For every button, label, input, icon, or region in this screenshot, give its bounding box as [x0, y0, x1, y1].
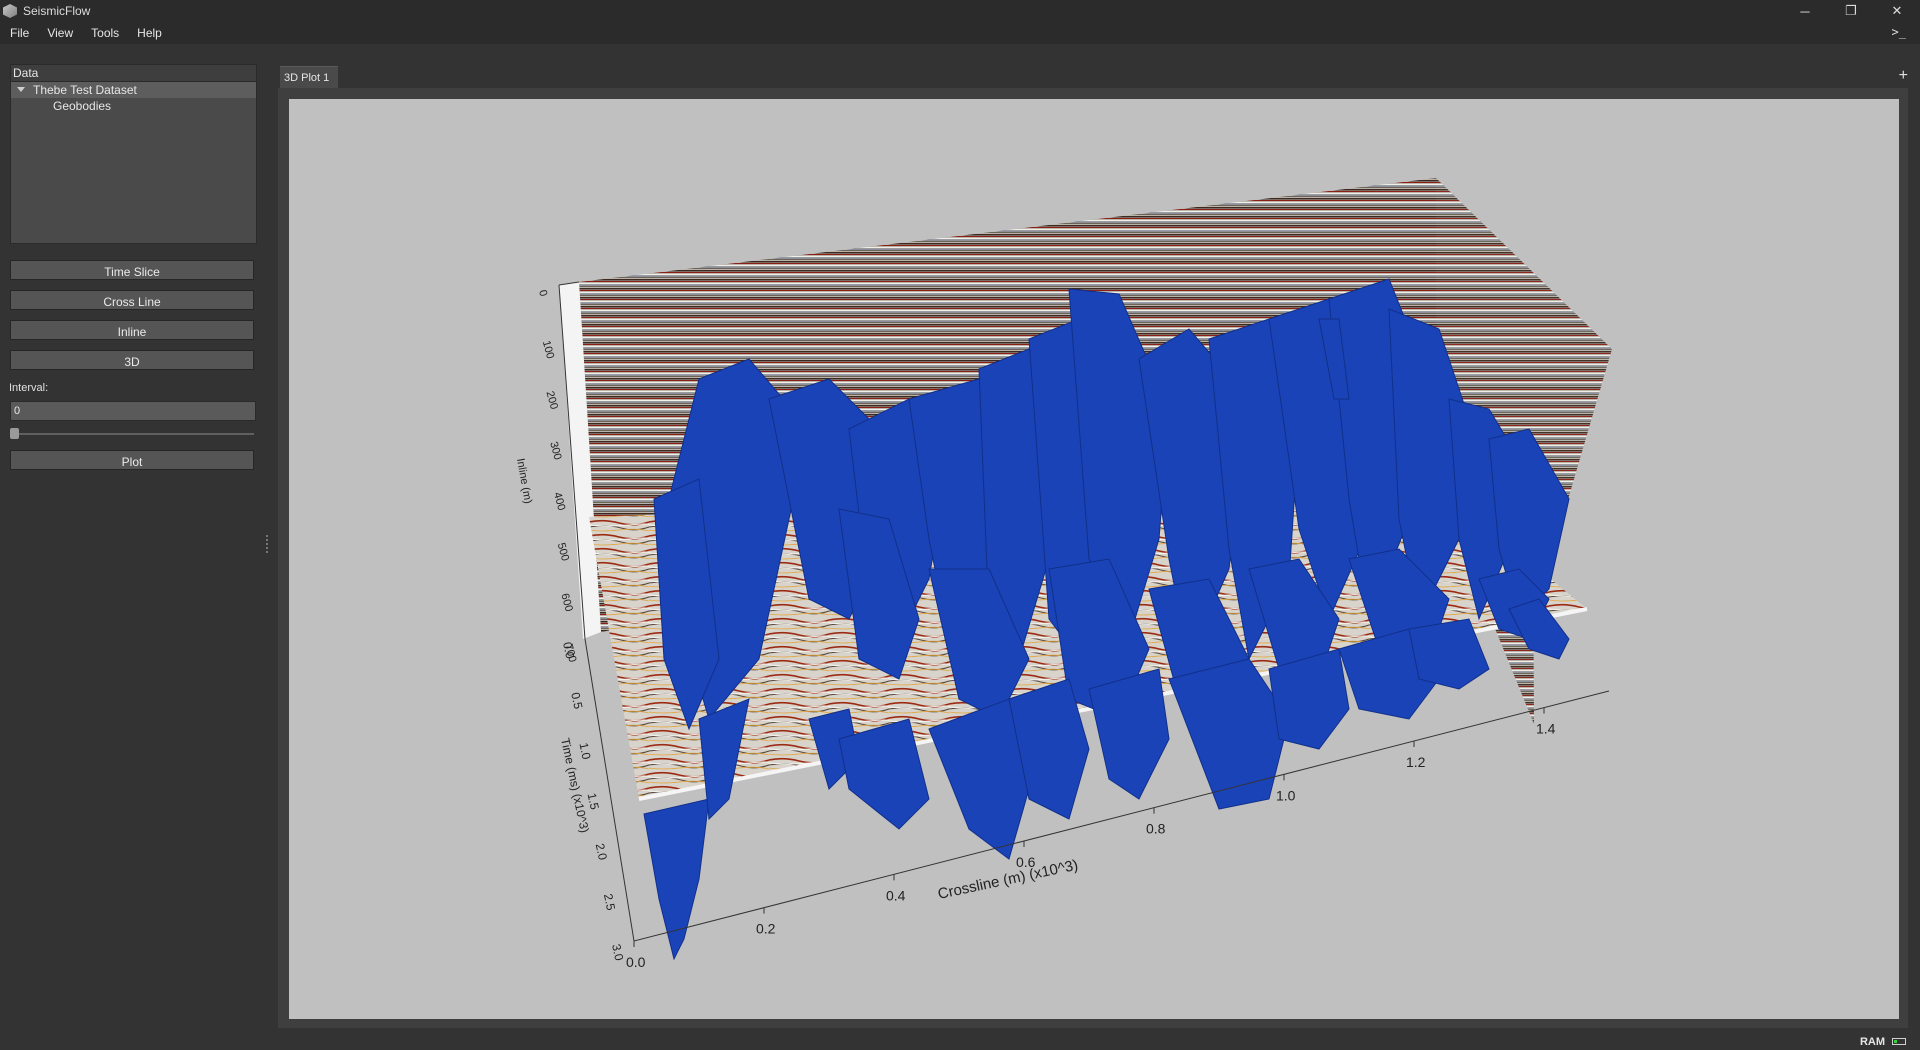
y-tick-label-3: 300 — [547, 440, 563, 461]
ram-usage-icon — [1892, 1038, 1906, 1045]
x-axis-label: Crossline (m) (x10^3) — [936, 857, 1079, 903]
z-tick-label-4: 2.0 — [593, 842, 610, 862]
z-tick-label-1: 0.5 — [568, 691, 585, 711]
plot-tabstrip: 3D Plot 1 + — [278, 66, 1920, 88]
x-tick-label-4: 0.8 — [1146, 821, 1166, 837]
menu-bar: File View Tools Help — [0, 22, 1920, 44]
restore-button[interactable]: ❐ — [1828, 0, 1874, 22]
tree-item-geobodies[interactable]: Geobodies — [11, 98, 256, 114]
ram-label: RAM — [1859, 1036, 1885, 1048]
tree-item-dataset-label: Thebe Test Dataset — [33, 83, 137, 97]
menu-help[interactable]: Help — [128, 26, 171, 40]
expand-arrow-icon[interactable] — [17, 87, 25, 92]
menu-file[interactable]: File — [0, 26, 38, 40]
cross-line-button[interactable]: Cross Line — [10, 290, 254, 310]
interval-slider-track[interactable] — [12, 433, 254, 435]
tree-item-dataset[interactable]: Thebe Test Dataset — [11, 82, 256, 98]
menu-tools[interactable]: Tools — [82, 26, 128, 40]
z-tick-label-5: 2.5 — [601, 892, 618, 912]
close-button[interactable]: ✕ — [1874, 0, 1920, 22]
y-tick-label-6: 600 — [558, 592, 574, 613]
data-tree-panel: Data Thebe Test Dataset Geobodies — [10, 64, 257, 244]
time-slice-button[interactable]: Time Slice — [10, 260, 254, 280]
3d-plot-canvas[interactable]: 0.0 0.2 0.4 0.6 0.8 1.0 1.2 1.4 0 100 200 300 400 50… — [289, 99, 1899, 1019]
sidebar-splitter-handle[interactable] — [266, 535, 270, 553]
y-axis-label: Inline (m) — [514, 457, 534, 504]
interval-input[interactable]: 0 — [10, 401, 256, 421]
z-tick-label-6: 3.0 — [609, 943, 626, 963]
3d-plot-svg[interactable]: 0.00.20.40.60.81.01.21.4 010020030040050… — [289, 99, 1899, 1019]
plot-button[interactable]: Plot — [10, 450, 254, 470]
title-bar: SeismicFlow ─ ❐ ✕ — [0, 0, 1920, 22]
x-tick-label-0: 0.0 — [626, 954, 646, 970]
x-tick-label-6: 1.2 — [1406, 754, 1426, 770]
terminal-icon[interactable]: >_ — [1892, 25, 1906, 39]
tree-item-geobodies-label: Geobodies — [53, 99, 112, 113]
3d-button[interactable]: 3D — [10, 350, 254, 370]
minimize-button[interactable]: ─ — [1782, 0, 1828, 22]
inline-button[interactable]: Inline — [10, 320, 254, 340]
y-tick-label-1: 100 — [540, 339, 556, 360]
interval-label: Interval: — [9, 382, 49, 394]
z-tick-label-2: 1.0 — [576, 741, 593, 761]
app-logo-icon — [3, 4, 17, 18]
sidebar: Data Thebe Test Dataset Geobodies Time S… — [0, 44, 268, 1050]
y-tick-label-5: 500 — [555, 542, 571, 563]
x-tick-label-7: 1.4 — [1536, 721, 1556, 737]
x-tick-label-2: 0.4 — [886, 887, 906, 903]
data-panel-header: Data — [11, 65, 256, 82]
z-tick-label-0: 0.0 — [560, 641, 577, 661]
y-tick-label-0: 0 — [536, 289, 549, 298]
window-controls: ─ ❐ ✕ — [1782, 0, 1920, 22]
y-tick-label-4: 400 — [551, 491, 567, 512]
y-tick-label-2: 200 — [544, 390, 560, 411]
x-tick-label-1: 0.2 — [756, 921, 776, 937]
tab-3d-plot-1[interactable]: 3D Plot 1 — [280, 66, 338, 88]
menu-view[interactable]: View — [38, 26, 82, 40]
x-tick-label-5: 1.0 — [1276, 787, 1296, 803]
add-tab-plus-icon[interactable]: + — [1899, 67, 1908, 85]
interval-slider-handle[interactable] — [10, 428, 19, 439]
window-title: SeismicFlow — [23, 4, 91, 18]
